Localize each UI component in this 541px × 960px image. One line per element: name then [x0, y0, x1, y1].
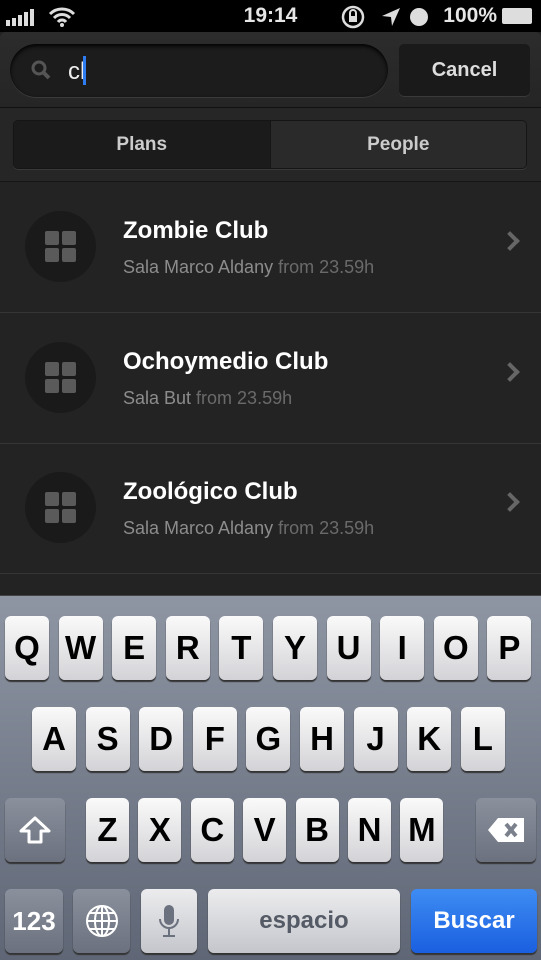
key-b[interactable]: B [295, 798, 339, 862]
alarm-clock-icon [410, 8, 428, 26]
plan-avatar [25, 341, 96, 413]
key-x[interactable]: X [138, 798, 182, 862]
result-time: from 23.59h [196, 387, 293, 408]
chevron-right-icon[interactable] [500, 492, 520, 512]
key-n[interactable]: N [348, 798, 391, 862]
chevron-right-icon[interactable] [500, 361, 520, 382]
key-i[interactable]: I [380, 616, 425, 680]
key-e[interactable]: E [112, 616, 157, 680]
result-venue: Sala Marco Aldany [123, 518, 279, 538]
key-a[interactable]: A [32, 707, 76, 771]
result-title: Zoológico Club [123, 478, 298, 505]
list-item[interactable]: Zoológico Club Sala Marco Aldany from 23.… [0, 443, 541, 574]
plan-avatar [25, 211, 96, 282]
key-k[interactable]: K [407, 707, 452, 771]
rotation-lock-icon [341, 5, 365, 29]
key-m[interactable]: M [400, 798, 444, 862]
key-v[interactable]: V [243, 798, 287, 862]
list-item[interactable]: Ochoymedio Club Sala But from 23.59h [0, 313, 541, 444]
plan-avatar [25, 472, 96, 543]
key-g[interactable]: G [246, 707, 291, 771]
key-p[interactable]: P [487, 616, 532, 680]
result-title: Zombie Club [123, 217, 269, 244]
result-time: from 23.59h [278, 257, 375, 277]
search-header: cl Cancel [0, 32, 541, 108]
grid-icon [45, 231, 76, 262]
segmented-control: Plans People [13, 120, 527, 169]
key-d[interactable]: D [139, 707, 184, 771]
results-list: Zombie Club Sala Marco Aldany from 23.59h… [0, 182, 541, 595]
result-subtitle: Sala Marco Aldany from 23.59h [123, 518, 374, 539]
battery-percent: 100% [443, 4, 497, 27]
key-w[interactable]: W [58, 616, 103, 680]
key-l[interactable]: L [460, 707, 505, 771]
result-subtitle: Sala But from 23.59h [123, 388, 292, 409]
result-title: Ochoymedio Club [123, 347, 329, 375]
shift-key[interactable] [5, 798, 65, 862]
cancel-button[interactable]: Cancel [399, 44, 530, 96]
result-subtitle: Sala Marco Aldany from 23.59h [123, 257, 374, 278]
text-cursor [83, 56, 86, 85]
dictation-key[interactable] [141, 889, 197, 953]
keyboard: Q W E R T Y U I O P A S D F G H J K L Z X C V B N M 123 espacio Busc… [0, 595, 541, 960]
result-venue: Sala But [123, 387, 197, 408]
location-arrow-icon [382, 8, 400, 26]
key-c[interactable]: C [190, 798, 234, 862]
chevron-right-icon[interactable] [500, 231, 520, 251]
grid-icon [45, 492, 76, 523]
tab-plans[interactable]: Plans [14, 121, 270, 168]
backspace-icon [488, 818, 524, 842]
list-item[interactable]: Zombie Club Sala Marco Aldany from 23.59h [0, 182, 541, 313]
key-h[interactable]: H [300, 707, 344, 771]
microphone-icon [159, 905, 179, 937]
delete-key[interactable] [476, 798, 536, 862]
result-venue: Sala Marco Aldany [123, 257, 279, 277]
shift-icon [19, 816, 51, 844]
key-r[interactable]: R [165, 616, 210, 680]
battery-icon [502, 8, 532, 24]
segmented-control-bar: Plans People [0, 108, 541, 182]
key-f[interactable]: F [192, 707, 237, 771]
result-time: from 23.59h [278, 518, 375, 538]
search-key[interactable]: Buscar [411, 889, 537, 953]
key-s[interactable]: S [85, 707, 130, 771]
globe-icon [85, 905, 118, 937]
key-j[interactable]: J [353, 707, 398, 771]
key-y[interactable]: Y [273, 616, 317, 680]
status-bar: 19:14 100% [0, 0, 541, 32]
key-q[interactable]: Q [5, 616, 49, 680]
key-o[interactable]: O [433, 616, 478, 680]
search-input[interactable]: cl [10, 44, 388, 97]
numbers-key[interactable]: 123 [5, 889, 63, 953]
search-icon [31, 60, 51, 80]
key-z[interactable]: Z [86, 798, 129, 862]
key-u[interactable]: U [326, 616, 371, 680]
globe-key[interactable] [73, 889, 130, 953]
space-key[interactable]: espacio [208, 889, 400, 953]
key-t[interactable]: T [219, 616, 264, 680]
grid-icon [45, 361, 76, 393]
tab-people[interactable]: People [269, 121, 526, 168]
